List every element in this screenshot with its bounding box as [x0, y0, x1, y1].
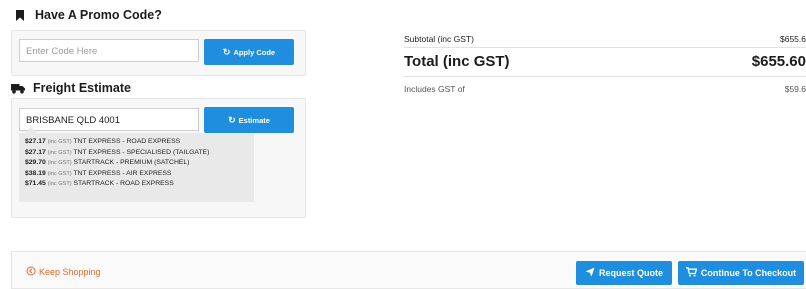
- freight-price: $29.70: [25, 159, 46, 167]
- totals-divider: [404, 47, 806, 48]
- promo-title: Have A Promo Code?: [35, 8, 162, 22]
- freight-gst-tag: (inc GST): [47, 149, 72, 156]
- subtotal-row: Subtotal (inc GST) $655.6: [404, 34, 806, 46]
- freight-service: TNT EXPRESS - SPECIALISED (TAILGATE): [73, 148, 210, 156]
- estimate-button[interactable]: ↻ Estimate: [204, 107, 294, 133]
- cart-icon: [685, 267, 698, 279]
- freight-option[interactable]: $38.19 (inc GST) TNT EXPRESS - AIR EXPRE…: [25, 169, 248, 180]
- freight-price: $27.17: [25, 148, 46, 156]
- refresh-icon: ↻: [228, 114, 236, 125]
- freight-gst-tag: (inc GST): [47, 139, 72, 145]
- freight-price: $71.45: [25, 180, 46, 188]
- freight-gst-tag: (inc GST): [47, 160, 72, 167]
- freight-title: Freight Estimate: [33, 81, 131, 95]
- apply-code-button[interactable]: ↻ Apply Code: [204, 39, 294, 65]
- freight-option[interactable]: $27.17 (inc GST) TNT EXPRESS - SPECIALIS…: [25, 148, 248, 159]
- gst-row: Includes GST of $59.6: [404, 84, 806, 96]
- freight-service: STARTRACK - PREMIUM (SATCHEL): [73, 159, 190, 167]
- freight-service: TNT EXPRESS - ROAD EXPRESS: [73, 138, 181, 145]
- continue-checkout-button[interactable]: Continue To Checkout: [678, 261, 804, 285]
- total-label: Total (inc GST): [404, 53, 510, 70]
- apply-code-label: Apply Code: [233, 47, 276, 57]
- total-value: $655.60: [751, 53, 806, 70]
- freight-price: $38.19: [25, 169, 46, 177]
- freight-options-list: $27.17 (inc GST) TNT EXPRESS - ROAD EXPR…: [19, 127, 254, 202]
- freight-heading: Freight Estimate: [11, 81, 131, 95]
- keep-shopping-link[interactable]: Keep Shopping: [26, 266, 101, 278]
- checkout-label: Continue To Checkout: [700, 268, 797, 278]
- freight-option[interactable]: $27.17 (inc GST) TNT EXPRESS - ROAD EXPR…: [25, 137, 248, 148]
- circle-arrow-icon: [26, 266, 36, 278]
- request-quote-button[interactable]: Request Quote: [576, 261, 672, 285]
- bookmark-icon: [13, 8, 27, 22]
- freight-option[interactable]: $29.70 (inc GST) STARTRACK - PREMIUM (SA…: [25, 158, 248, 169]
- keep-shopping-label: Keep Shopping: [39, 267, 101, 277]
- gst-label: Includes GST of: [404, 84, 465, 94]
- truck-icon: [11, 81, 25, 95]
- subtotal-value: $655.6: [780, 34, 806, 44]
- freight-service: TNT EXPRESS - AIR EXPRESS: [73, 169, 172, 177]
- freight-panel: BRISBANE QLD 4001 ↻ Estimate $27.17 (inc…: [11, 98, 306, 218]
- promo-panel: Enter Code Here ↻ Apply Code: [11, 30, 306, 76]
- subtotal-label: Subtotal (inc GST): [404, 34, 474, 44]
- estimate-label: Estimate: [238, 115, 270, 125]
- freight-gst-tag: (inc GST): [47, 170, 72, 177]
- request-quote-label: Request Quote: [598, 268, 663, 278]
- freight-gst-tag: (inc GST): [47, 181, 72, 188]
- totals-divider: [404, 76, 806, 77]
- postcode-input[interactable]: BRISBANE QLD 4001: [19, 108, 199, 131]
- gst-value: $59.6: [784, 84, 806, 94]
- freight-service: STARTRACK - ROAD EXPRESS: [73, 180, 174, 188]
- promo-code-input[interactable]: Enter Code Here: [19, 39, 199, 62]
- total-row: Total (inc GST) $655.60: [404, 53, 806, 73]
- paper-plane-icon: [585, 267, 595, 279]
- refresh-icon: ↻: [222, 46, 231, 57]
- freight-option[interactable]: $71.45 (inc GST) STARTRACK - ROAD EXPRES…: [25, 179, 248, 190]
- promo-heading: Have A Promo Code?: [13, 8, 162, 22]
- freight-price: $27.17: [25, 138, 46, 145]
